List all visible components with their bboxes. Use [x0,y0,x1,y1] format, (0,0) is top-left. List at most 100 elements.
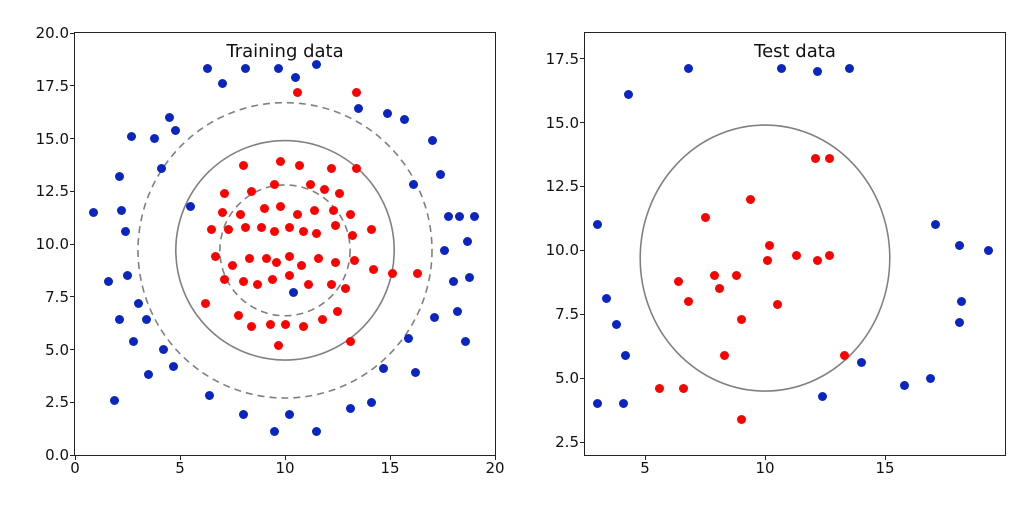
data-point [274,341,283,350]
data-point [281,320,290,329]
data-point [470,212,479,221]
boundary-overlay [75,33,495,455]
y-tick-label: 2.5 [555,433,585,451]
y-tick-label: 17.5 [546,50,585,68]
data-point [461,337,470,346]
data-point [320,185,329,194]
data-point [241,64,250,73]
data-point [792,251,801,260]
data-point [134,299,143,308]
data-point [285,252,294,261]
x-tick-label: 10 [275,455,294,477]
data-point [984,246,993,255]
data-point [455,212,464,221]
data-point [260,204,269,213]
data-point [171,126,180,135]
data-point [845,64,854,73]
data-point [720,351,729,360]
data-point [253,280,262,289]
data-point [857,358,866,367]
data-point [346,210,355,219]
data-point [811,154,820,163]
data-point [737,415,746,424]
x-tick-label: 15 [380,455,399,477]
data-point [655,384,664,393]
data-point [327,164,336,173]
data-point [262,254,271,263]
data-point [201,299,210,308]
data-point [241,223,250,232]
x-tick-label: 5 [175,455,185,477]
data-point [110,396,119,405]
data-point [239,410,248,419]
data-point [593,399,602,408]
data-point [297,261,306,270]
panel-test: Test data 510152.55.07.510.012.515.017.5 [584,32,1006,456]
data-point [367,398,376,407]
data-point [127,132,136,141]
data-point [409,180,418,189]
data-point [352,164,361,173]
y-tick-label: 2.5 [45,393,75,411]
data-point [413,269,422,278]
data-point [684,64,693,73]
data-point [737,315,746,324]
data-point [674,277,683,286]
data-point [428,136,437,145]
data-point [218,79,227,88]
y-tick-label: 15.0 [36,130,75,148]
panel-training: Training data 051015200.02.55.07.510.012… [74,32,496,456]
data-point [346,404,355,413]
y-tick-label: 7.5 [45,288,75,306]
data-point [440,246,449,255]
data-point [291,73,300,82]
data-point [266,320,275,329]
y-tick-label: 10.0 [546,241,585,259]
data-point [369,265,378,274]
data-point [270,227,279,236]
data-point [218,208,227,217]
data-point [228,261,237,270]
data-point [115,172,124,181]
data-point [701,213,710,222]
data-point [746,195,755,204]
data-point [621,351,630,360]
data-point [304,280,313,289]
data-point [121,227,130,236]
y-tick-label: 7.5 [555,305,585,323]
data-point [257,223,266,232]
x-tick-label: 15 [875,455,894,477]
data-point [207,225,216,234]
data-point [239,161,248,170]
data-point [436,170,445,179]
x-tick-label: 10 [755,455,774,477]
data-point [840,351,849,360]
data-point [955,318,964,327]
data-point [430,313,439,322]
y-tick-label: 10.0 [36,235,75,253]
data-point [220,189,229,198]
data-point [239,277,248,286]
data-point [327,280,336,289]
data-point [159,345,168,354]
data-point [348,231,357,240]
data-point [773,300,782,309]
data-point [165,113,174,122]
data-point [684,297,693,306]
y-tick-label: 17.5 [36,77,75,95]
data-point [310,206,319,215]
y-tick-label: 12.5 [36,182,75,200]
data-point [955,241,964,250]
data-point [593,220,602,229]
data-point [612,320,621,329]
x-tick-label: 5 [640,455,650,477]
data-point [352,88,361,97]
data-point [220,275,229,284]
data-point [331,221,340,230]
data-point [285,223,294,232]
data-point [388,269,397,278]
y-tick-label: 15.0 [546,114,585,132]
data-point [129,337,138,346]
x-tick-label: 20 [485,455,504,477]
data-point [117,206,126,215]
